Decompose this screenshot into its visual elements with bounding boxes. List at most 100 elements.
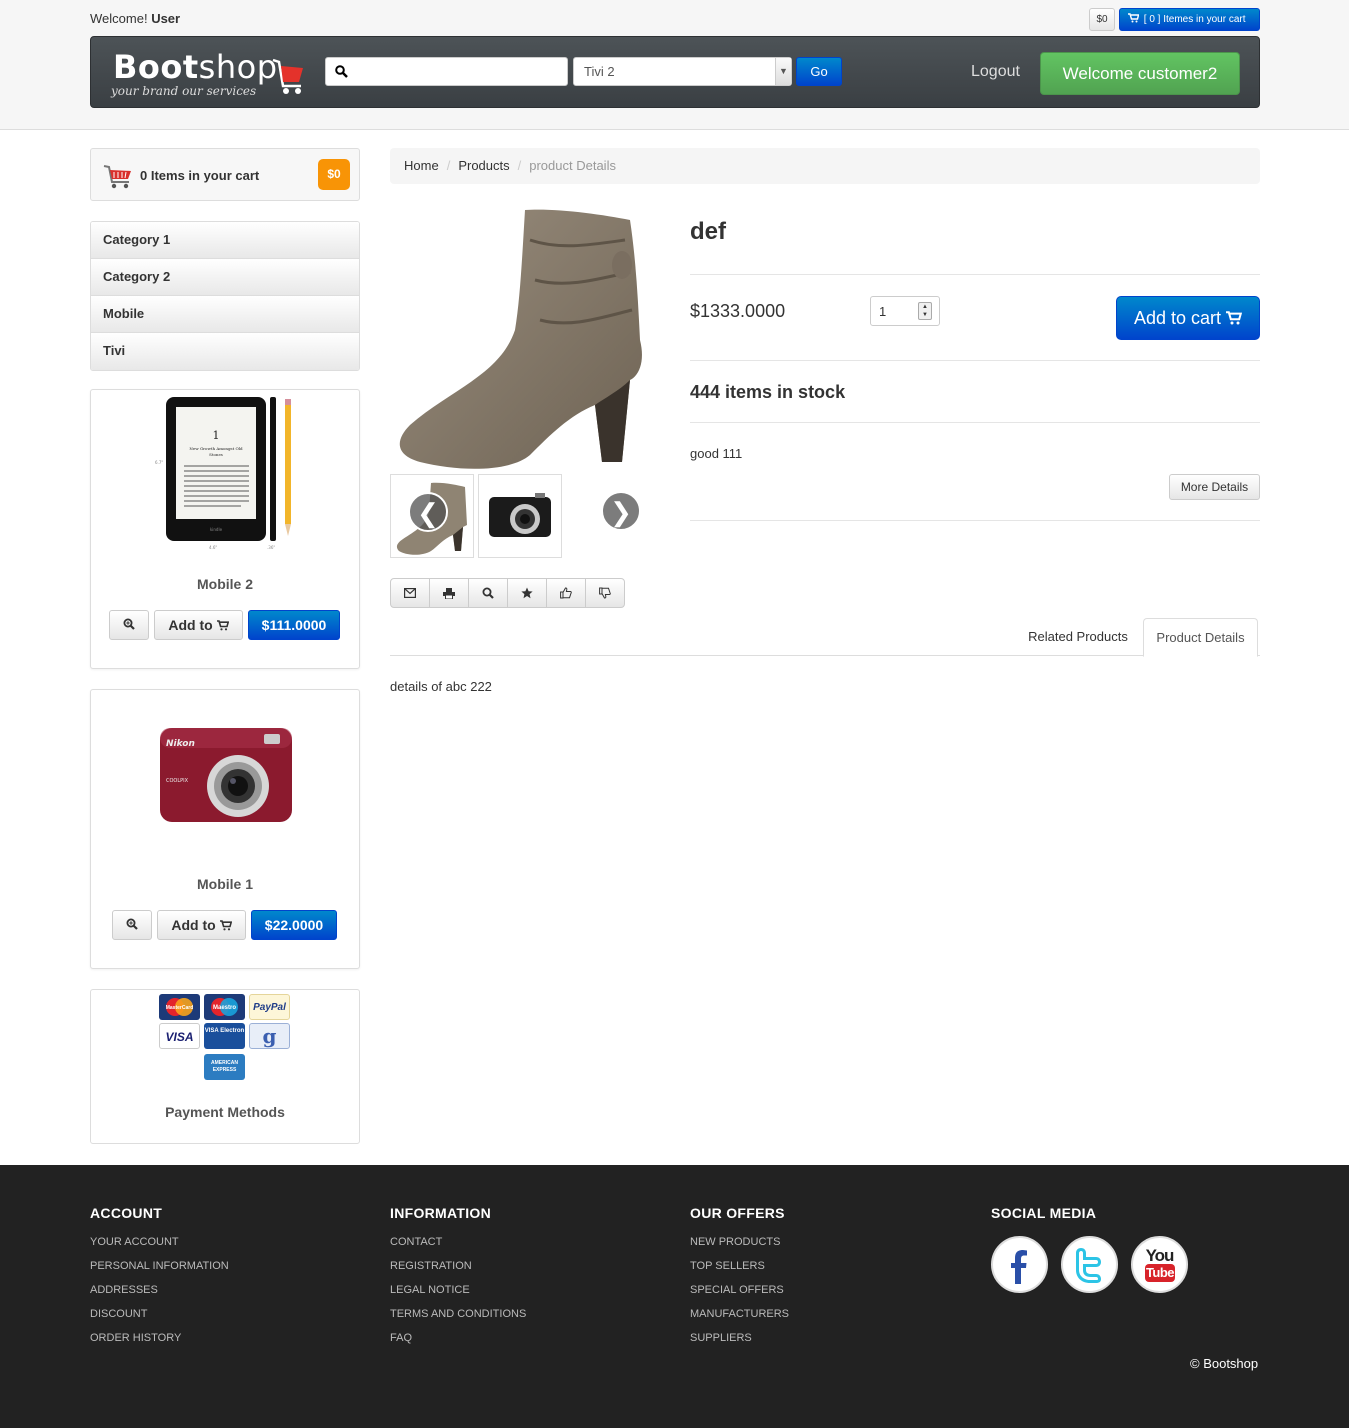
favorite-button[interactable]	[508, 579, 547, 607]
stock-status: 444 items in stock	[690, 382, 846, 402]
like-button[interactable]	[547, 579, 586, 607]
divider	[690, 422, 1260, 423]
footer-heading: SOCIAL MEDIA	[991, 1205, 1097, 1221]
category-item-mobile[interactable]: Mobile	[91, 296, 359, 333]
category-select[interactable]: Tivi 2 ▼	[573, 57, 792, 86]
price-button[interactable]: $22.0000	[251, 910, 337, 940]
footer-link[interactable]: ADDRESSES	[90, 1283, 229, 1307]
footer-link[interactable]: FAQ	[390, 1331, 526, 1355]
cart-icon	[219, 920, 232, 931]
welcome-text: Welcome! User	[90, 11, 180, 26]
footer-link[interactable]: LEGAL NOTICE	[390, 1283, 526, 1307]
twitter-icon[interactable]	[1061, 1236, 1118, 1293]
header: Welcome! User $0 [ 0 ] Itemes in your ca…	[0, 0, 1349, 130]
google-checkout-icon: g	[249, 1023, 290, 1049]
mastercard-label: MasterCard	[165, 1005, 194, 1011]
footer-link[interactable]: MANUFACTURERS	[690, 1307, 789, 1331]
search-icon	[335, 65, 348, 78]
email-button[interactable]	[391, 579, 430, 607]
breadcrumb-current: product Details	[529, 158, 616, 173]
category-item-tivi[interactable]: Tivi	[91, 333, 359, 370]
add-to-cart-button[interactable]: Add to	[154, 610, 243, 640]
category-list: Category 1 Category 2 Mobile Tivi	[90, 221, 360, 371]
ereader-image[interactable]: 1 New Growth Amongst Old Stones kindle 6…	[149, 394, 299, 554]
top-cart-total-button[interactable]: $0	[1089, 8, 1115, 31]
more-details-button[interactable]: More Details	[1169, 474, 1260, 500]
divider	[690, 520, 1260, 521]
svg-text:1: 1	[213, 429, 220, 442]
side-product-mobile-1: Nikon COOLPIX Mobile 1 Add to $22.0000	[90, 689, 360, 969]
footer-offers-column: OUR OFFERS NEW PRODUCTS TOP SELLERS SPEC…	[690, 1205, 789, 1355]
price-button[interactable]: $111.0000	[248, 610, 340, 640]
divider	[690, 360, 1260, 361]
zoom-button[interactable]	[469, 579, 508, 607]
zoom-button[interactable]	[112, 910, 152, 940]
breadcrumb-separator: /	[517, 158, 522, 173]
footer-link[interactable]: REGISTRATION	[390, 1259, 526, 1283]
breadcrumb-products[interactable]: Products	[458, 158, 509, 173]
footer-link[interactable]: ORDER HISTORY	[90, 1331, 229, 1355]
footer-link[interactable]: DISCOUNT	[90, 1307, 229, 1331]
svg-text:4.6": 4.6"	[209, 545, 217, 550]
product-price: $1333.0000	[690, 301, 786, 321]
dislike-button[interactable]	[586, 579, 624, 607]
category-item-1[interactable]: Category 1	[91, 222, 359, 259]
logo[interactable]: Bootshop your brand our services	[111, 46, 311, 102]
footer-link[interactable]: CONTACT	[390, 1235, 526, 1259]
top-cart-button[interactable]: [ 0 ] Itemes in your cart	[1119, 8, 1260, 31]
zoom-icon	[126, 918, 138, 930]
footer-information-column: INFORMATION CONTACT REGISTRATION LEGAL N…	[390, 1205, 526, 1355]
footer-social-column: SOCIAL MEDIA	[991, 1205, 1096, 1235]
zoom-icon	[123, 618, 135, 630]
welcome-customer-button[interactable]: Welcome customer2	[1040, 52, 1240, 95]
quantity-stepper[interactable]: 1 ▲ ▼	[870, 296, 940, 326]
footer-link[interactable]: NEW PRODUCTS	[690, 1235, 789, 1259]
logout-link[interactable]: Logout	[971, 63, 1020, 81]
cart-icon	[216, 620, 229, 631]
footer-heading: ACCOUNT	[90, 1205, 163, 1221]
amex-icon: AMERICAN EXPRESS	[204, 1054, 245, 1080]
camera-image[interactable]: Nikon COOLPIX	[156, 720, 296, 830]
footer-link[interactable]: TOP SELLERS	[690, 1259, 789, 1283]
logo-title: Bootshop	[113, 48, 278, 86]
thumbs-down-icon	[599, 587, 611, 599]
zoom-button[interactable]	[109, 610, 149, 640]
search-input[interactable]	[354, 61, 564, 83]
side-product-mobile-2: 1 New Growth Amongst Old Stones kindle 6…	[90, 389, 360, 669]
go-button[interactable]: Go	[796, 57, 842, 86]
mastercard-icon: MasterCard	[159, 994, 200, 1020]
category-item-2[interactable]: Category 2	[91, 259, 359, 296]
quantity-spinner-arrows[interactable]: ▲ ▼	[918, 302, 932, 320]
footer-link[interactable]: PERSONAL INFORMATION	[90, 1259, 229, 1283]
sidebar-cart-summary[interactable]: 0 Items in your cart $0	[90, 148, 360, 201]
logo-tagline: your brand our services	[111, 84, 257, 98]
tab-related-products[interactable]: Related Products	[1014, 619, 1142, 655]
youtube-icon[interactable]: You Tube	[1131, 1236, 1188, 1293]
tab-content: details of abc 222	[390, 679, 492, 694]
thumbs-up-icon	[560, 587, 572, 599]
footer-link[interactable]: YOUR ACCOUNT	[90, 1235, 229, 1259]
breadcrumb-home[interactable]: Home	[404, 158, 439, 173]
product-thumbnail-camera[interactable]	[478, 474, 562, 558]
footer: ACCOUNT YOUR ACCOUNT PERSONAL INFORMATIO…	[0, 1165, 1349, 1428]
add-to-cart-button[interactable]: Add to cart	[1116, 296, 1260, 340]
side-product-name[interactable]: Mobile 2	[91, 576, 359, 592]
carousel-prev-button[interactable]: ❮	[408, 492, 448, 532]
tab-product-details[interactable]: Product Details	[1143, 618, 1258, 657]
payment-methods-label: Payment Methods	[165, 1104, 285, 1120]
footer-link[interactable]: SUPPLIERS	[690, 1331, 789, 1355]
star-icon	[521, 587, 533, 599]
facebook-icon[interactable]	[991, 1236, 1048, 1293]
carousel-next-button[interactable]: ❯	[601, 491, 641, 531]
twitter-glyph	[1076, 1248, 1101, 1283]
svg-text:6.7": 6.7"	[155, 460, 163, 465]
side-product-name[interactable]: Mobile 1	[91, 876, 359, 892]
sidebar-cart-label: 0 Items in your cart	[140, 168, 260, 183]
product-main-image[interactable]	[390, 200, 660, 472]
add-to-cart-button[interactable]: Add to	[157, 910, 246, 940]
tabs-baseline	[390, 655, 1260, 656]
print-button[interactable]	[430, 579, 469, 607]
footer-link[interactable]: SPECIAL OFFERS	[690, 1283, 789, 1307]
cart-icon	[1128, 13, 1140, 23]
footer-link[interactable]: TERMS AND CONDITIONS	[390, 1307, 526, 1331]
